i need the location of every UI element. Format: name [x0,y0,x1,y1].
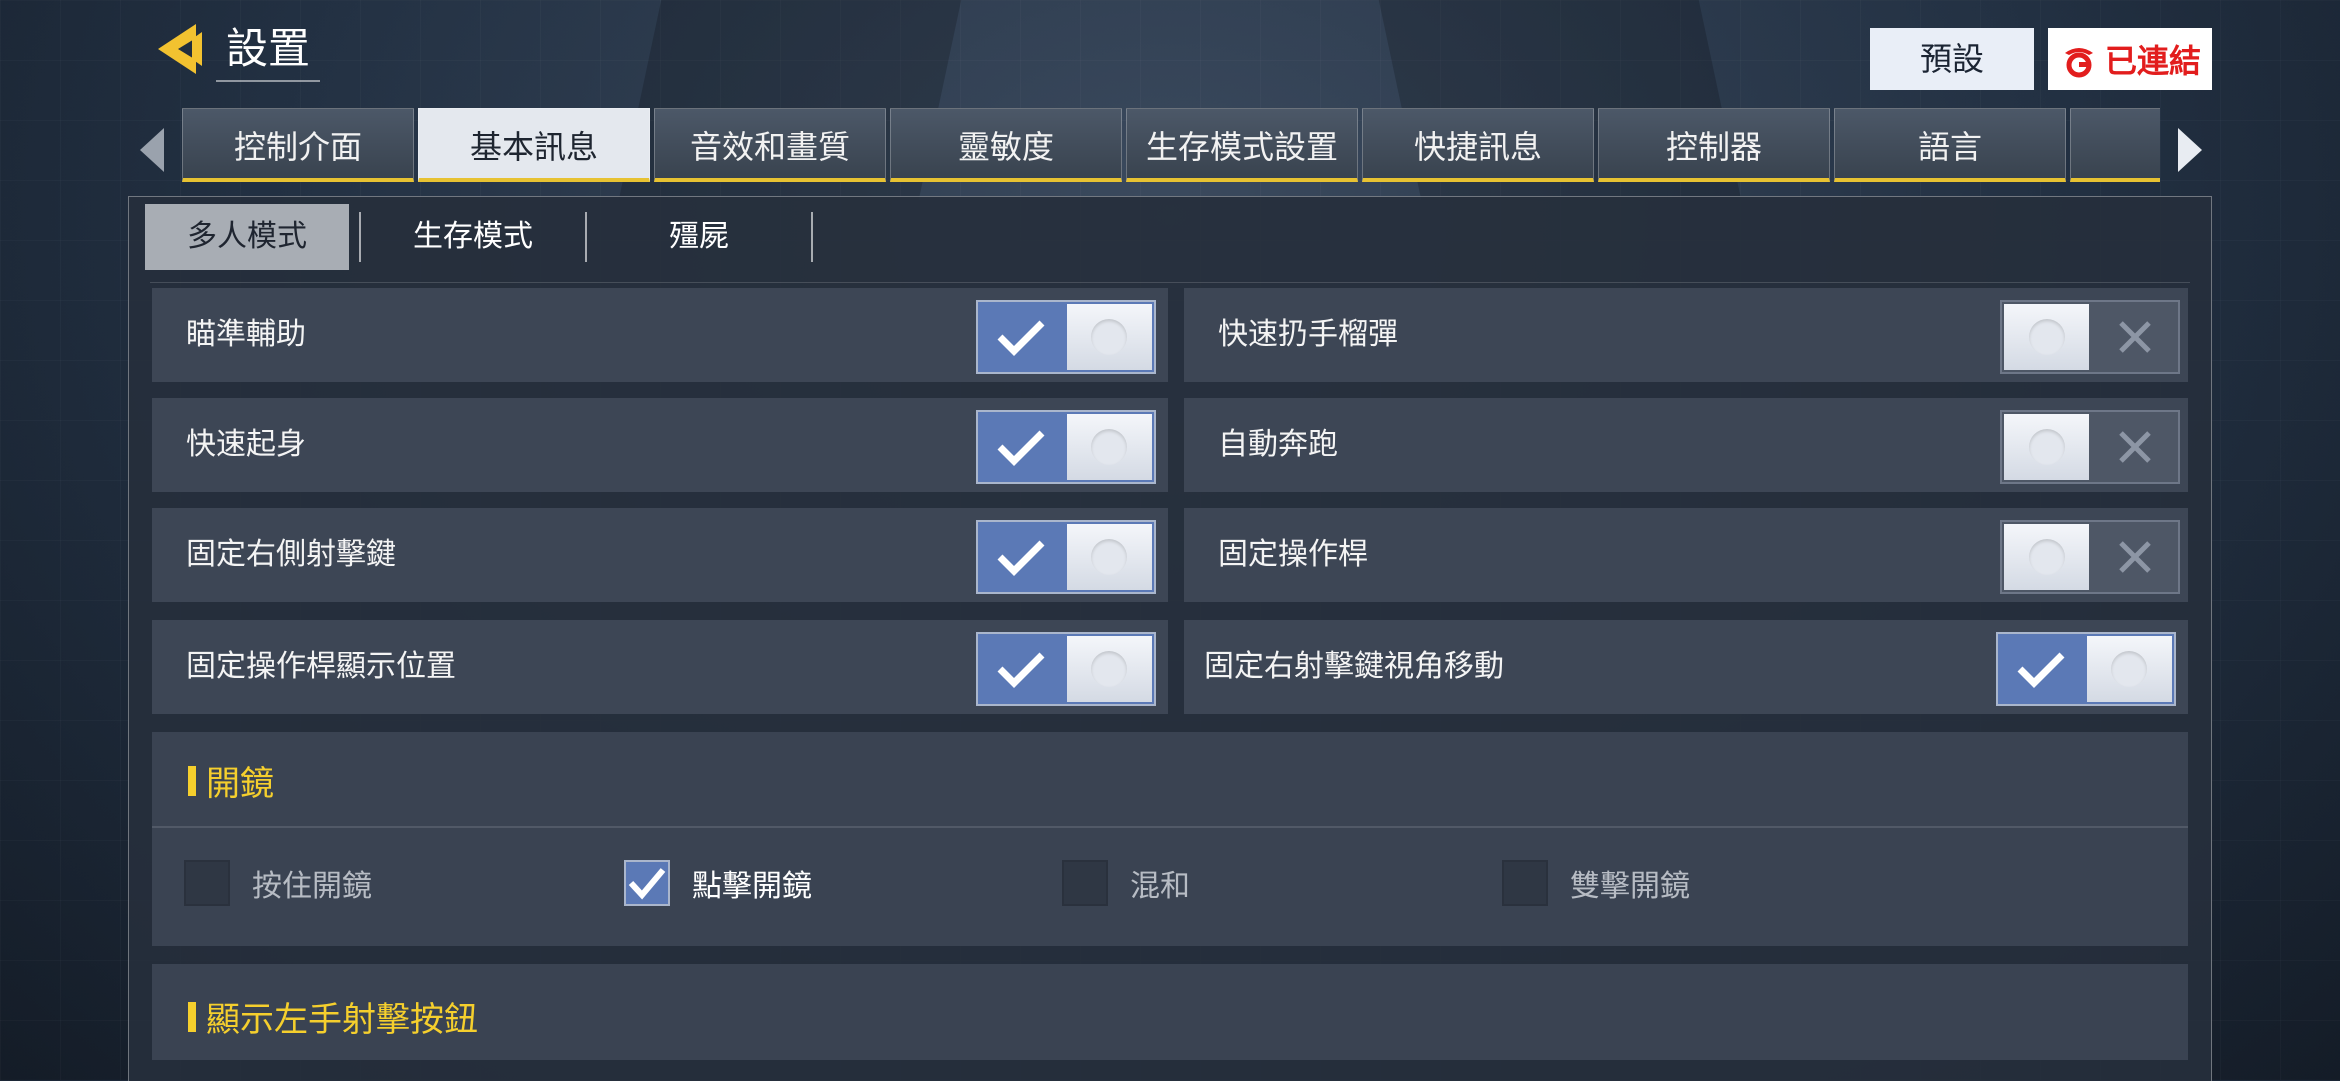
check-icon [978,634,1065,704]
toggle-knob [2004,414,2090,480]
subtab-divider [150,282,2190,283]
option-label: 固定操作桿顯示位置 [186,649,456,684]
check-icon [978,522,1065,592]
settings-tabs: 控制介面 基本訊息 音效和畫質 靈敏度 生存模式設置 快捷訊息 控制器 語言 其 [182,108,2160,186]
option-row-fixed-fire-button: 固定右側射擊鍵 [152,508,1168,602]
tab-other[interactable]: 其 [2070,108,2160,182]
section-marker [188,765,196,796]
subtab-separator [359,212,361,262]
option-label: 雙擊開鏡 [1570,869,1690,904]
toggle-knob [1066,524,1152,590]
tab-controller[interactable]: 控制器 [1598,108,1830,182]
check-icon [978,302,1065,372]
section-divider [152,826,2188,828]
quick-getup-toggle[interactable] [976,410,1156,484]
chevron-right-icon [2178,128,2202,172]
scope-title: 開鏡 [206,764,274,804]
option-row-aim-assist: 瞄準輔助 [152,288,1168,382]
tab-basic-info[interactable]: 基本訊息 [418,108,650,182]
option-row-fixed-joystick-position: 固定操作桿顯示位置 [152,620,1168,714]
tab-quick-messages[interactable]: 快捷訊息 [1362,108,1594,182]
fixed-joystick-position-toggle[interactable] [976,632,1156,706]
chevron-left-icon [140,128,164,172]
close-icon [2091,412,2178,482]
tab-sensitivity[interactable]: 靈敏度 [890,108,1122,182]
auto-sprint-toggle[interactable] [2000,410,2180,484]
quick-grenade-toggle[interactable] [2000,300,2180,374]
scope-option-hold[interactable]: 按住開鏡 [184,860,372,906]
check-icon [978,412,1065,482]
option-row-fire-button-view-move: 固定右射擊鍵視角移動 [1184,620,2188,714]
option-label: 固定右射擊鍵視角移動 [1204,649,1504,684]
option-label: 固定右側射擊鍵 [186,537,396,572]
option-label: 快速起身 [186,427,306,462]
tab-audio-graphics[interactable]: 音效和畫質 [654,108,886,182]
toggle-knob [1066,304,1152,370]
checkbox[interactable] [1062,860,1108,906]
toggle-knob [2004,524,2090,590]
subtab-multiplayer[interactable]: 多人模式 [145,204,349,270]
left-fire-section: 顯示左手射擊按鈕 [152,964,2188,1060]
tab-scroll-right[interactable] [2172,124,2208,176]
garena-logo-icon [2064,48,2093,78]
subtab-zombies[interactable]: 殭屍 [597,204,801,270]
connected-button[interactable]: 已連結 [2048,28,2212,90]
section-title: 顯示左手射擊按鈕 [188,992,478,1041]
scope-section: 開鏡 按住開鏡 點擊開鏡 混和 雙擊開鏡 [152,732,2188,946]
option-label: 點擊開鏡 [692,869,812,904]
back-arrow-icon [158,24,202,74]
aim-assist-toggle[interactable] [976,300,1156,374]
fixed-joystick-toggle[interactable] [2000,520,2180,594]
scope-option-double-tap[interactable]: 雙擊開鏡 [1502,860,1690,906]
section-title: 開鏡 [188,756,274,805]
left-fire-title: 顯示左手射擊按鈕 [206,1000,478,1040]
option-label: 快速扔手榴彈 [1218,317,1398,352]
tab-control-interface[interactable]: 控制介面 [182,108,414,182]
check-icon [1998,634,2085,704]
checkbox[interactable] [184,860,230,906]
toggle-knob [1066,636,1152,702]
option-row-auto-sprint: 自動奔跑 [1184,398,2188,492]
option-label: 固定操作桿 [1218,537,1368,572]
checkbox[interactable] [1502,860,1548,906]
option-row-fixed-joystick: 固定操作桿 [1184,508,2188,602]
back-button[interactable] [148,18,210,80]
page-title: 設置 [216,18,321,82]
scope-option-mixed[interactable]: 混和 [1062,860,1190,906]
option-row-quick-grenade: 快速扔手榴彈 [1184,288,2188,382]
close-icon [2091,302,2178,372]
checkbox[interactable] [624,860,670,906]
subtab-separator [811,212,813,262]
toggle-knob [2086,636,2172,702]
tab-survival-settings[interactable]: 生存模式設置 [1126,108,1358,182]
mode-subtabs: 多人模式 生存模式 殭屍 [145,204,823,270]
subtab-survival[interactable]: 生存模式 [371,204,575,270]
fire-button-view-move-toggle[interactable] [1996,632,2176,706]
option-row-quick-getup: 快速起身 [152,398,1168,492]
connected-label: 已連結 [2104,42,2201,80]
subtab-separator [585,212,587,262]
scope-option-tap[interactable]: 點擊開鏡 [624,860,812,906]
option-label: 混和 [1130,869,1190,904]
preset-button[interactable]: 預設 [1870,28,2034,90]
fixed-fire-button-toggle[interactable] [976,520,1156,594]
toggle-knob [2004,304,2090,370]
check-icon [628,868,666,900]
toggle-knob [1066,414,1152,480]
option-label: 按住開鏡 [252,869,372,904]
tab-scroll-left[interactable] [134,124,170,176]
option-label: 瞄準輔助 [186,317,306,352]
tab-language[interactable]: 語言 [1834,108,2066,182]
section-marker [188,1001,196,1032]
option-label: 自動奔跑 [1218,427,1338,462]
close-icon [2091,522,2178,592]
